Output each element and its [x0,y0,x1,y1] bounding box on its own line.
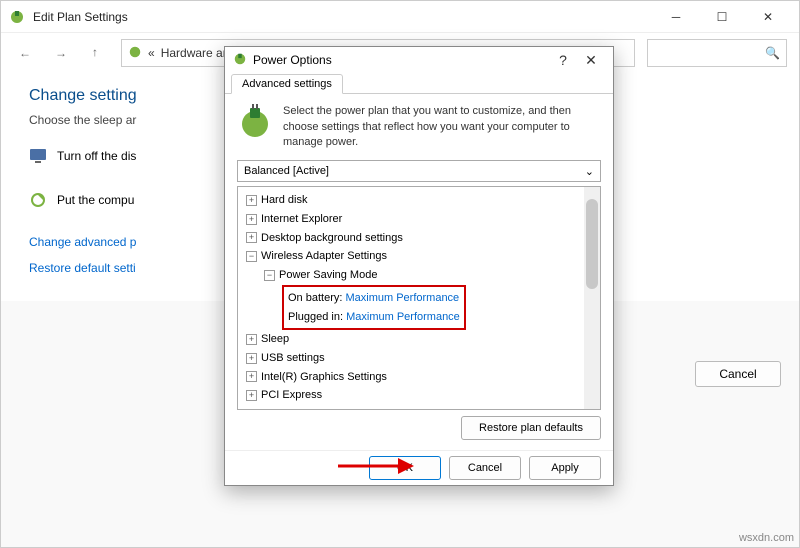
combo-value: Balanced [Active] [244,165,329,177]
sleep-icon [29,191,47,209]
expand-icon[interactable]: + [246,353,257,364]
monitor-icon [29,147,47,165]
help-button[interactable]: ? [549,52,577,68]
minimize-button[interactable]: ─ [653,1,699,33]
tree-scrollbar[interactable] [584,187,600,409]
expand-icon[interactable]: + [246,371,257,382]
search-icon: 🔍 [765,46,780,60]
settings-tree[interactable]: + Hard disk + Internet Explorer + Desktop b… [237,186,601,410]
tab-advanced-settings[interactable]: Advanced settings [231,74,343,94]
dialog-body: Select the power plan that you want to c… [225,94,613,450]
highlighted-settings: On battery: Maximum Performance Plugged … [282,285,466,330]
restore-plan-defaults-button[interactable]: Restore plan defaults [461,416,601,440]
expand-icon[interactable]: + [246,195,257,206]
plugged-in-value[interactable]: Maximum Performance [346,311,460,323]
back-button[interactable]: ← [13,41,37,65]
power-plan-icon [237,104,273,140]
dialog-footer: OK Cancel Apply [225,450,613,485]
parent-titlebar: Edit Plan Settings ─ ☐ ✕ [1,1,799,33]
dialog-description: Select the power plan that you want to c… [283,104,601,150]
chevron-icon: « [148,46,155,60]
collapse-icon[interactable]: − [246,251,257,262]
power-plan-combo[interactable]: Balanced [Active] ⌄ [237,160,601,182]
power-icon [128,45,142,62]
expand-icon[interactable]: + [246,334,257,345]
row-label: Turn off the dis [57,149,136,163]
tree-node-hard-disk[interactable]: Hard disk [261,194,307,206]
power-icon [233,52,247,69]
watermark: wsxdn.com [739,532,794,544]
collapse-icon[interactable]: − [264,270,275,281]
on-battery-value[interactable]: Maximum Performance [345,292,459,304]
tree-node-sleep[interactable]: Sleep [261,333,289,345]
chevron-down-icon: ⌄ [585,165,594,178]
dialog-title: Power Options [253,53,332,67]
tree-node-wireless[interactable]: Wireless Adapter Settings [261,250,387,262]
tree-node-power-saving[interactable]: Power Saving Mode [279,269,377,281]
ok-button[interactable]: OK [369,456,441,480]
tree-node-pci[interactable]: PCI Express [261,389,322,401]
parent-footer: Cancel [687,361,781,387]
expand-icon[interactable]: + [246,390,257,401]
tab-strip: Advanced settings [225,73,613,94]
power-options-dialog: Power Options ? ✕ Advanced settings Sele… [224,46,614,486]
tree-node-intel-graphics[interactable]: Intel(R) Graphics Settings [261,371,387,383]
tree-node-usb[interactable]: USB settings [261,352,325,364]
dialog-titlebar: Power Options ? ✕ [225,47,613,73]
scrollbar-thumb[interactable] [586,199,598,289]
up-button[interactable]: ← [85,41,109,65]
parent-title: Edit Plan Settings [33,10,653,24]
plugged-in-label: Plugged in: [288,311,343,323]
dialog-close-button[interactable]: ✕ [577,52,605,69]
tree-node-ie[interactable]: Internet Explorer [261,213,342,225]
search-input[interactable]: 🔍 [647,39,787,67]
expand-icon[interactable]: + [246,214,257,225]
maximize-button[interactable]: ☐ [699,1,745,33]
expand-icon[interactable]: + [246,232,257,243]
close-button[interactable]: ✕ [745,1,791,33]
tree-node-desktop-bg[interactable]: Desktop background settings [261,232,403,244]
forward-button[interactable]: → [49,41,73,65]
apply-button[interactable]: Apply [529,456,601,480]
cancel-button[interactable]: Cancel [695,361,781,387]
power-icon [9,9,25,25]
cancel-button[interactable]: Cancel [449,456,521,480]
on-battery-label: On battery: [288,292,342,304]
row-label: Put the compu [57,193,134,207]
